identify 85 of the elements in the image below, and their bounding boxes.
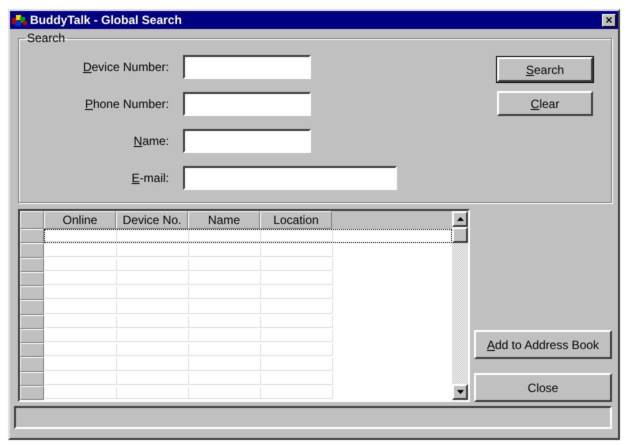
table-cell xyxy=(117,287,189,300)
input-field[interactable] xyxy=(183,55,311,79)
table-cell xyxy=(117,301,189,314)
close-button[interactable]: × xyxy=(602,14,616,26)
table-cell xyxy=(189,344,261,356)
row-header[interactable] xyxy=(20,243,44,258)
row-header[interactable] xyxy=(20,258,44,272)
input-field[interactable] xyxy=(183,92,311,116)
row-header[interactable] xyxy=(20,343,44,358)
table-cell xyxy=(261,272,333,285)
row-header[interactable] xyxy=(20,372,44,386)
table-cell xyxy=(189,230,261,242)
table-cell xyxy=(261,287,333,300)
table-cell xyxy=(45,272,117,285)
table-cell xyxy=(261,258,333,271)
table-cell xyxy=(261,358,333,370)
input-field[interactable] xyxy=(183,166,397,190)
table-cell xyxy=(117,258,189,271)
table-cell xyxy=(117,372,189,385)
table-cell xyxy=(261,301,333,314)
table-cell xyxy=(45,244,117,256)
table-cell xyxy=(45,358,117,370)
table-cell xyxy=(45,330,117,342)
row-header[interactable] xyxy=(20,229,44,244)
table-cell xyxy=(117,316,189,328)
table-row[interactable] xyxy=(44,229,452,244)
vertical-scrollbar[interactable] xyxy=(452,211,468,400)
field-label: E-mail: xyxy=(130,171,170,185)
table-cell xyxy=(189,372,261,385)
table-cell xyxy=(189,316,261,328)
dialog-button[interactable]: Close xyxy=(474,373,612,402)
scroll-thumb[interactable] xyxy=(452,227,468,243)
table-cell xyxy=(45,258,117,271)
row-header[interactable] xyxy=(20,357,44,372)
table-cell xyxy=(189,358,261,370)
column-header[interactable]: Online xyxy=(44,211,116,229)
table-cell xyxy=(45,230,117,242)
row-header[interactable] xyxy=(20,386,44,400)
column-header[interactable]: Device No. xyxy=(116,211,188,229)
row-header[interactable] xyxy=(20,300,44,314)
table-cell xyxy=(189,258,261,271)
table-cell xyxy=(189,272,261,285)
row-header[interactable] xyxy=(20,272,44,286)
row-header[interactable] xyxy=(20,314,44,329)
table-cell xyxy=(189,301,261,314)
table-cell xyxy=(45,344,117,356)
table-cell xyxy=(261,316,333,328)
table-cell xyxy=(117,330,189,342)
table-cell xyxy=(117,272,189,285)
window-title: BuddyTalk - Global Search xyxy=(30,13,183,27)
table-cell xyxy=(117,344,189,356)
table-cell xyxy=(189,330,261,342)
column-header[interactable]: Location xyxy=(260,211,332,229)
row-header[interactable] xyxy=(20,286,44,300)
table-cell xyxy=(189,244,261,256)
table-cell xyxy=(117,358,189,370)
table-cell xyxy=(45,372,117,385)
search-dialog-button[interactable]: Search xyxy=(497,57,593,82)
table-cell xyxy=(261,330,333,342)
table-cell xyxy=(261,244,333,256)
table-cell xyxy=(45,386,117,399)
dialog-button[interactable]: Add to Address Book xyxy=(474,330,612,359)
table-cell xyxy=(261,386,333,399)
field-label: Phone Number: xyxy=(84,97,170,111)
input-field[interactable] xyxy=(183,129,311,153)
up-arrow-icon xyxy=(456,217,464,221)
table-cell xyxy=(189,386,261,399)
table-cell xyxy=(45,316,117,328)
table-cell xyxy=(261,230,333,242)
table-cell xyxy=(189,287,261,300)
table-cell xyxy=(261,372,333,385)
column-header[interactable]: Name xyxy=(188,211,260,229)
field-label: Device Number: xyxy=(82,60,170,74)
table-cell xyxy=(45,287,117,300)
app-icon xyxy=(12,13,28,27)
field-label: Name: xyxy=(132,134,170,148)
search-dialog-button[interactable]: Clear xyxy=(497,91,593,116)
down-arrow-icon xyxy=(456,390,464,394)
row-header[interactable] xyxy=(20,328,44,343)
group-legend: Search xyxy=(25,31,68,45)
table-cell xyxy=(261,344,333,356)
table-cell xyxy=(117,386,189,399)
table-cell xyxy=(117,230,189,242)
table-cell xyxy=(117,244,189,256)
table-cell xyxy=(45,301,117,314)
